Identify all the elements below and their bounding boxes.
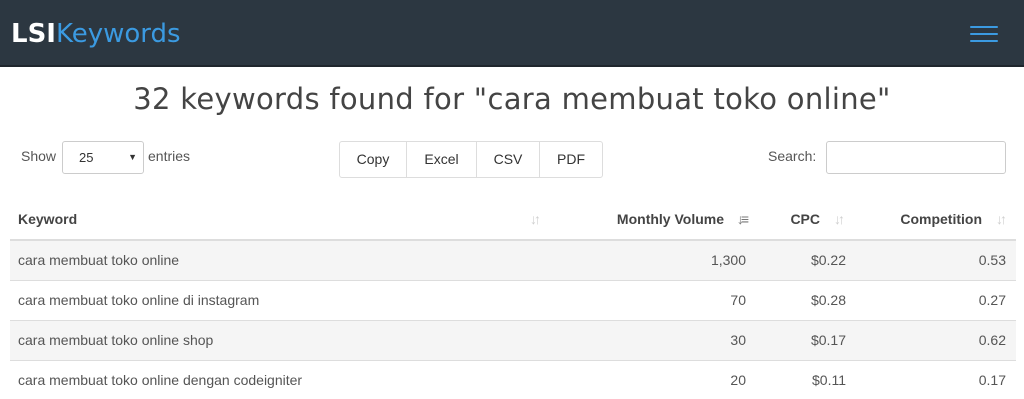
cpc-cell: $0.22 xyxy=(758,240,854,281)
hamburger-menu-icon[interactable] xyxy=(965,21,1003,47)
competition-cell: 0.17 xyxy=(854,360,1016,399)
show-label: Show xyxy=(21,148,57,164)
cpc-cell: $0.28 xyxy=(758,280,854,321)
page-title: 32 keywords found for "cara membuat toko… xyxy=(133,82,891,116)
keyword-cell: cara membuat toko online xyxy=(10,240,550,281)
pdf-button[interactable]: PDF xyxy=(540,142,602,177)
column-header-cpc[interactable]: CPC ↓↑ xyxy=(758,199,854,241)
search-label: Search: xyxy=(768,148,817,164)
cpc-cell: $0.11 xyxy=(758,360,854,399)
csv-button[interactable]: CSV xyxy=(477,142,540,177)
logo-prefix: LSI xyxy=(11,19,56,49)
competition-cell: 0.27 xyxy=(854,280,1016,321)
competition-cell: 0.62 xyxy=(854,320,1016,361)
volume-cell: 70 xyxy=(550,280,758,321)
copy-button[interactable]: Copy xyxy=(340,142,407,177)
column-label: CPC xyxy=(790,211,820,227)
top-navbar: LSIKeywords xyxy=(0,0,1024,67)
column-label: Keyword xyxy=(18,211,78,227)
cpc-cell: $0.17 xyxy=(758,320,854,361)
page-length-select[interactable]: 25 ▼ xyxy=(62,141,144,174)
page-length-value: 25 xyxy=(79,150,94,165)
site-logo[interactable]: LSIKeywords xyxy=(11,17,181,51)
menu-bar xyxy=(970,26,998,28)
table-row: cara membuat toko online dengan codeigni… xyxy=(10,360,1016,399)
column-header-competition[interactable]: Competition ↓↑ xyxy=(854,199,1016,241)
volume-cell: 30 xyxy=(550,320,758,361)
table-row: cara membuat toko online shop 30 $0.17 0… xyxy=(10,320,1016,361)
keywords-table: Keyword ↓↑ Monthly Volume ↓≡ CPC ↓↑ Comp… xyxy=(10,199,1016,399)
column-header-monthly-volume[interactable]: Monthly Volume ↓≡ xyxy=(550,199,758,241)
sort-unsorted-icon: ↓↑ xyxy=(834,211,845,227)
excel-button[interactable]: Excel xyxy=(407,142,477,177)
menu-bar xyxy=(970,33,998,35)
table-row: cara membuat toko online di instagram 70… xyxy=(10,280,1016,321)
volume-cell: 20 xyxy=(550,360,758,399)
logo-suffix: Keywords xyxy=(55,19,181,49)
keyword-cell: cara membuat toko online shop xyxy=(10,320,550,361)
table-row: cara membuat toko online 1,300 $0.22 0.5… xyxy=(10,240,1016,281)
menu-bar xyxy=(970,40,998,42)
column-label: Competition xyxy=(900,211,982,227)
column-header-keyword[interactable]: Keyword ↓↑ xyxy=(10,199,550,241)
column-label: Monthly Volume xyxy=(616,211,724,227)
volume-cell: 1,300 xyxy=(550,240,758,281)
sort-descending-icon: ↓≡ xyxy=(736,211,749,227)
keyword-cell: cara membuat toko online dengan codeigni… xyxy=(10,360,550,399)
entries-label: entries xyxy=(148,148,191,164)
sort-unsorted-icon: ↓↑ xyxy=(996,211,1007,227)
sort-unsorted-icon: ↓↑ xyxy=(530,211,541,227)
competition-cell: 0.53 xyxy=(854,240,1016,281)
dropdown-caret-icon: ▼ xyxy=(128,152,137,162)
table-header-row: Keyword ↓↑ Monthly Volume ↓≡ CPC ↓↑ Comp… xyxy=(10,199,1016,241)
keyword-cell: cara membuat toko online di instagram xyxy=(10,280,550,321)
export-button-group: Copy Excel CSV PDF xyxy=(339,141,603,178)
search-input[interactable] xyxy=(826,141,1006,174)
